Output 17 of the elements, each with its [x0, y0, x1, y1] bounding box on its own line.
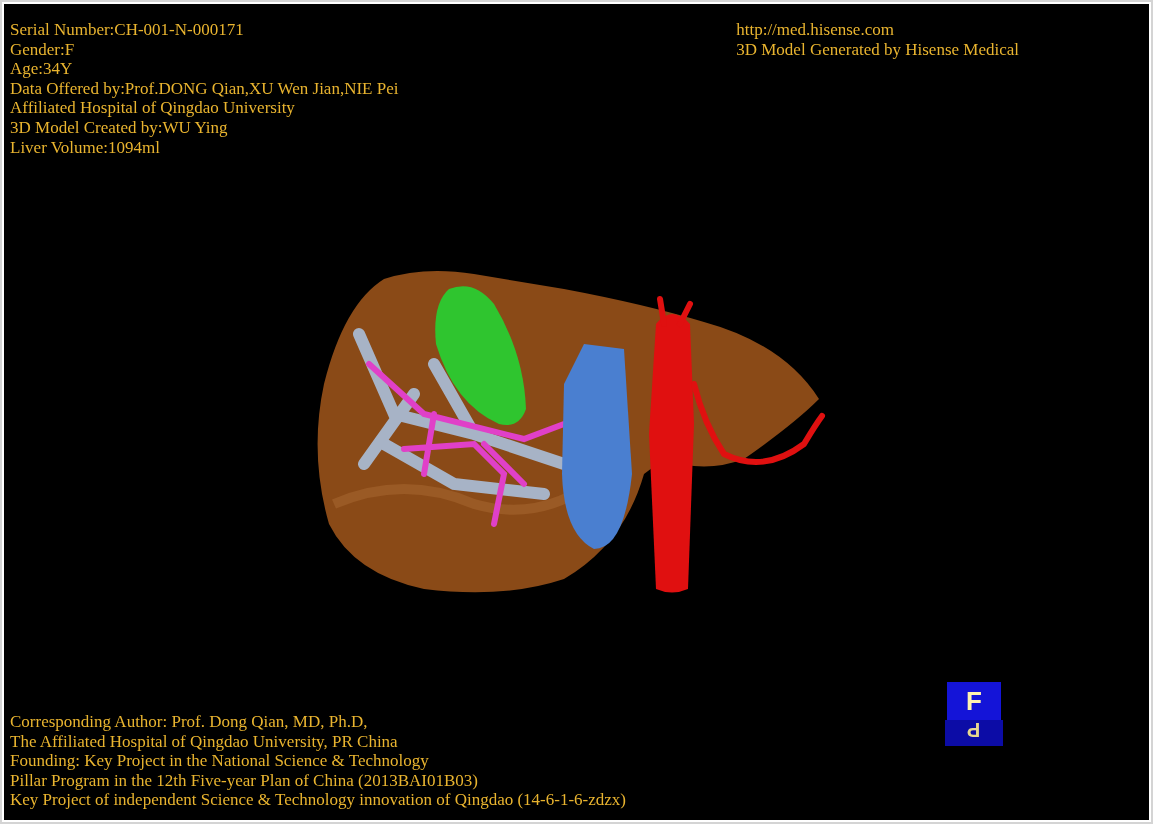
cube-face-label: F — [966, 688, 982, 714]
info-text: Founding: Key Project in the National Science & Technology — [10, 751, 429, 771]
info-text: 3D Model Created by:WU Ying — [10, 117, 228, 138]
viewport[interactable] — [2, 2, 1151, 822]
info-text: Age:34Y — [10, 59, 73, 79]
info-text: Affiliated Hospital of Qingdao University — [10, 98, 295, 118]
info-text: Corresponding Author: Prof. Dong Qian, MD, Ph.D, — [10, 712, 368, 732]
info-text: The Affiliated Hospital of Qingdao University, PR China — [10, 731, 398, 752]
info-text: Serial Number:CH-001-N-000171 — [10, 20, 244, 40]
info-text: Pillar Program in the 12th Five-year Plan of China (2013BAI01B03) — [10, 770, 478, 791]
info-text: http://med.hisense.com — [736, 20, 894, 40]
info-text: Gender:F — [10, 39, 75, 60]
info-text: Liver Volume:1094ml — [10, 137, 160, 158]
info-text: Key Project of independent Science & Technology innovation of Qingdao (14-6-1-6-zdzx) — [10, 790, 626, 810]
info-text: 3D Model Generated by Hisense Medical — [736, 39, 1019, 60]
cube-face-label: P — [967, 720, 981, 740]
info-text: Data Offered by:Prof.DONG Qian,XU Wen Jian,NIE Pei — [10, 78, 399, 99]
